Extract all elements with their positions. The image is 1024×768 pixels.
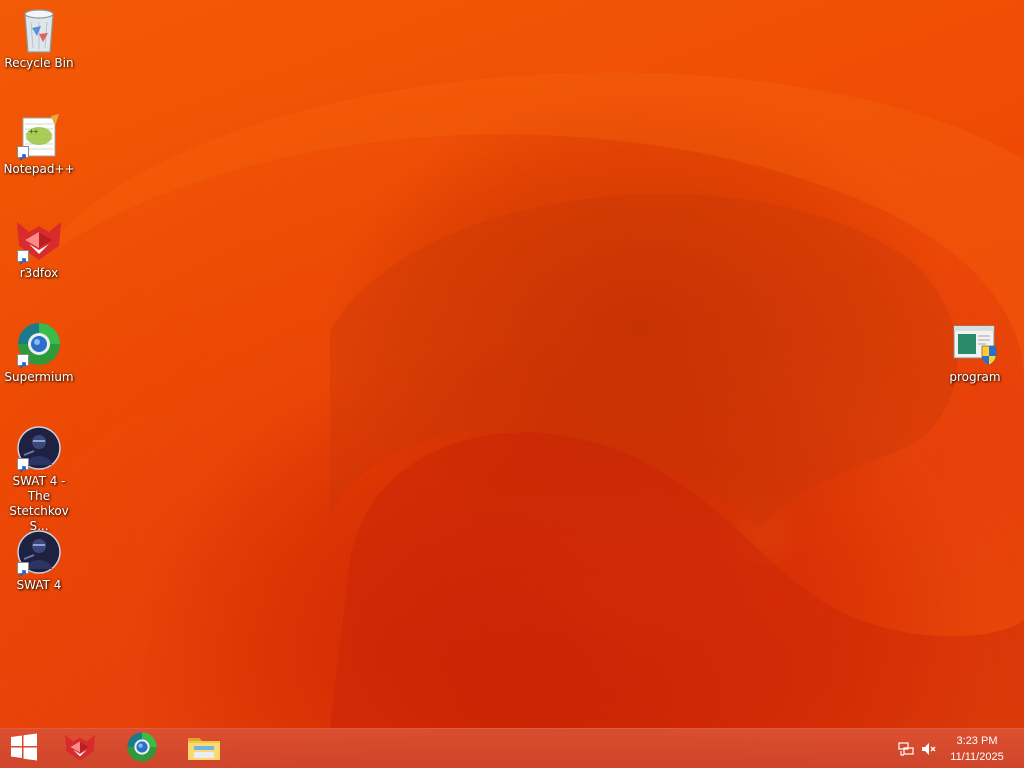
desktop-icon-label: SWAT 4 - The Stetchkov S... <box>9 474 69 533</box>
taskbar-clock[interactable]: 3:23 PM 11/11/2025 <box>942 733 1012 765</box>
notepad-plus-plus-icon: ++ <box>15 112 63 161</box>
windows-logo-icon <box>10 733 38 765</box>
taskbar-pinned-file-explorer[interactable] <box>176 729 232 768</box>
desktop-icon-swat4[interactable]: SWAT 4 <box>1 528 77 593</box>
shortcut-arrow-icon <box>17 250 29 265</box>
r3dfox-icon <box>62 732 98 766</box>
clock-time: 3:23 PM <box>956 735 998 747</box>
supermium-icon <box>126 731 158 767</box>
desktop-icon-supermium[interactable]: Supermium <box>1 320 77 385</box>
shortcut-arrow-icon <box>17 458 29 473</box>
desktop-icon-recycle-bin[interactable]: Recycle Bin <box>1 6 77 71</box>
desktop-icon-notepad-plus-plus[interactable]: ++ Notepad++ <box>1 112 77 177</box>
r3dfox-icon <box>15 216 63 265</box>
recycle-bin-icon <box>15 6 63 54</box>
desktop-icon-swat4-stetchkov[interactable]: SWAT 4 - The Stetchkov S... <box>1 424 77 534</box>
desktop-icon-r3dfox[interactable]: r3dfox <box>1 216 77 281</box>
shortcut-arrow-icon <box>17 146 29 161</box>
desktop-icon-label: SWAT 4 <box>16 578 62 592</box>
desktop-icon-label: Notepad++ <box>3 162 75 176</box>
volume-muted-icon[interactable] <box>920 741 938 757</box>
desktop-icon-label: r3dfox <box>19 266 59 280</box>
swat4-expansion-icon <box>15 424 63 473</box>
desktop-icon-program[interactable]: program <box>937 320 1013 385</box>
desktop-icon-label: Supermium <box>4 370 74 384</box>
swat4-icon <box>15 528 63 577</box>
clock-date: 11/11/2025 <box>950 751 1004 763</box>
desktop-icon-label: program <box>949 370 1001 384</box>
desktop-icon-label: Recycle Bin <box>4 56 74 70</box>
taskbar: 3:23 PM 11/11/2025 <box>0 728 1024 768</box>
desktop: Recycle Bin ++ Notepad++ r3dfox Supermiu… <box>0 0 1024 728</box>
file-explorer-icon <box>187 732 221 766</box>
svg-text:++: ++ <box>29 127 39 136</box>
shortcut-arrow-icon <box>17 562 29 577</box>
supermium-icon <box>15 320 63 369</box>
taskbar-pinned-r3dfox[interactable] <box>52 729 108 768</box>
network-icon[interactable] <box>897 741 915 757</box>
shortcut-arrow-icon <box>17 354 29 369</box>
taskbar-pinned-supermium[interactable] <box>114 729 170 768</box>
start-button[interactable] <box>0 729 48 768</box>
program-installer-icon <box>951 320 999 368</box>
